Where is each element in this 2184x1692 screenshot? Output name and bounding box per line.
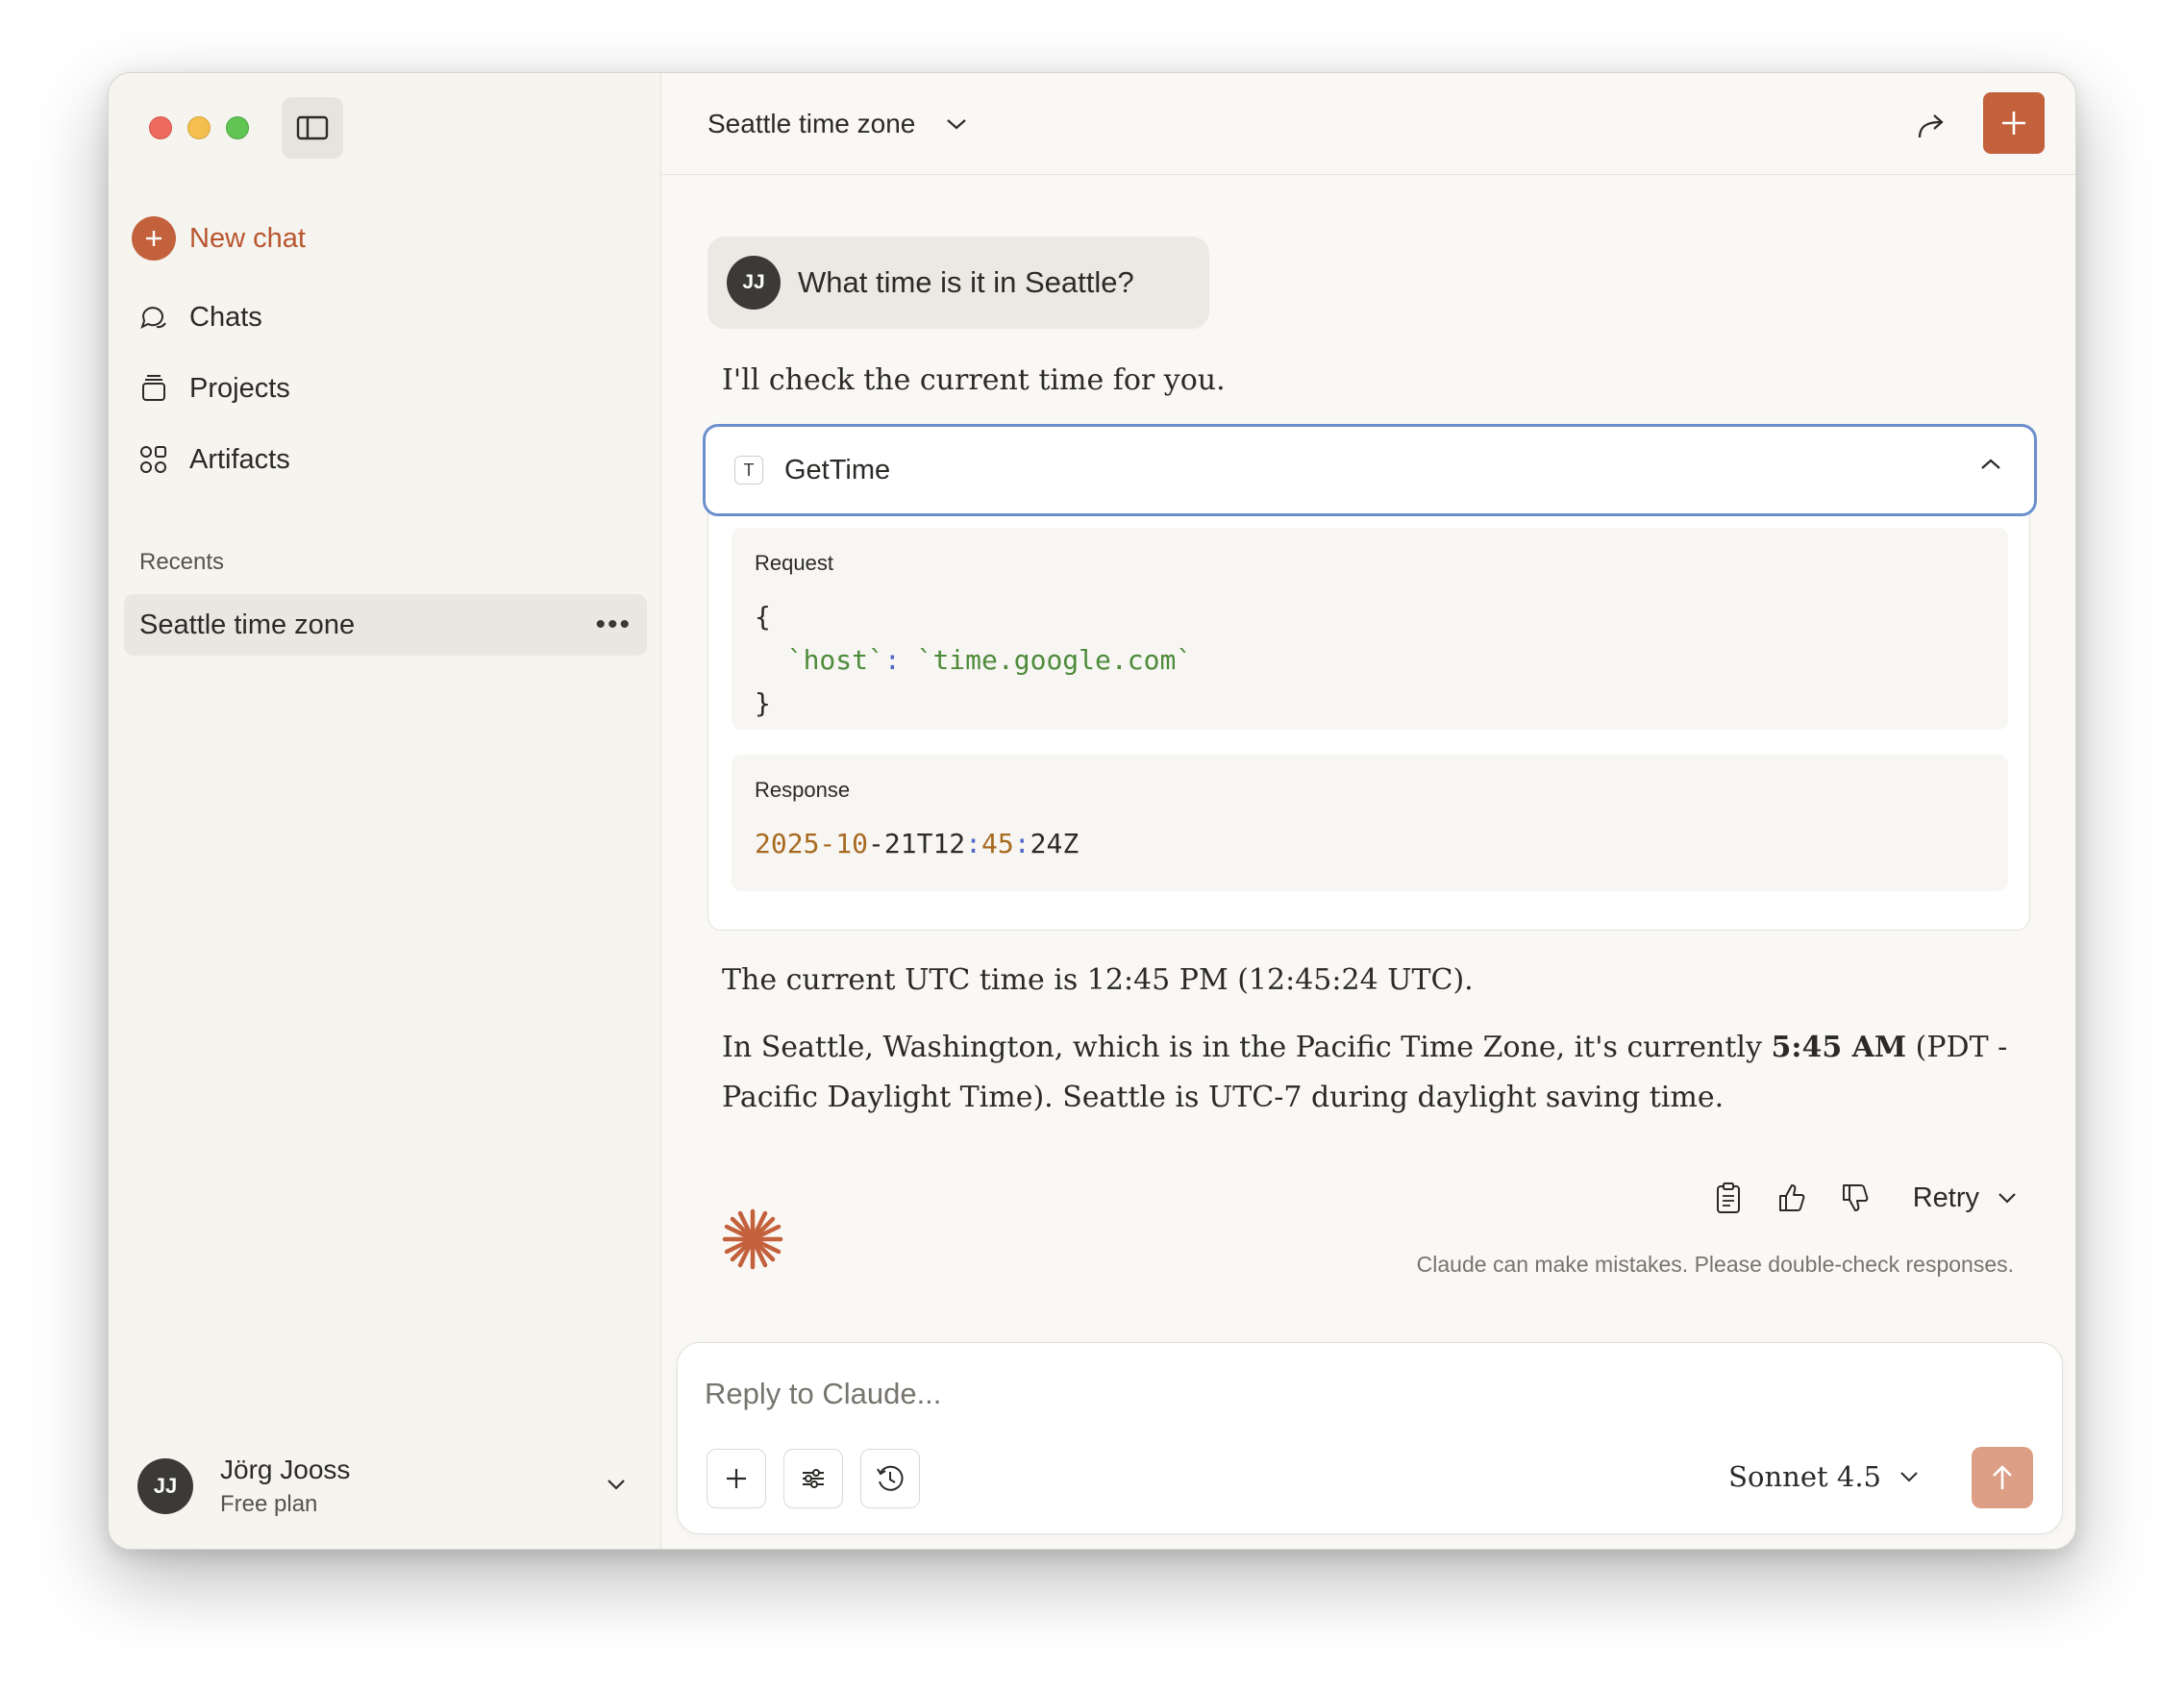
avatar: JJ [727,256,781,310]
response-label: Response [755,778,851,802]
minimize-window-button[interactable] [187,116,211,139]
retry-label: Retry [1912,1182,1979,1213]
copy-clipboard-icon[interactable] [1709,1179,1748,1217]
code-seconds: 24Z [1030,828,1080,859]
user-message-text: What time is it in Seattle? [798,265,1134,299]
request-label: Request [755,551,833,575]
sidebar-item-label: Chats [189,301,262,333]
sidebar: New chat Chats Projects Artifacts Recent… [109,73,661,1549]
response-block: Response 2025-10-21T12:45:24Z [732,755,2008,891]
response-emphasis: 5:45 AM [1771,1031,1907,1064]
chat-bubbles-icon [132,295,176,339]
tool-type-icon: T [734,456,763,485]
send-button[interactable] [1972,1447,2033,1508]
code-brace: } [755,687,771,719]
response-text: In Seattle, Washington, which is in the … [722,1031,1772,1064]
chat-title[interactable]: Seattle time zone [707,109,915,139]
code-minutes: 45 [981,828,1014,859]
chevron-down-icon [605,1477,628,1497]
user-name: Jörg Jooss [220,1455,351,1484]
assistant-intro-text: I'll check the current time for you. [722,363,1226,397]
thumbs-down-icon[interactable] [1836,1179,1874,1217]
chat-header: Seattle time zone [661,73,2075,175]
thumbs-up-icon[interactable] [1773,1179,1811,1217]
shapes-icon [132,437,176,482]
chevron-down-icon [1998,1193,2016,1204]
claude-logo-icon [722,1208,783,1270]
model-selector[interactable]: Sonnet 4.5 [1728,1460,1920,1493]
sliders-icon [803,1469,824,1488]
plus-icon [727,1469,746,1488]
recent-chat-item[interactable]: Seattle time zone ••• [124,594,647,656]
main-panel: Seattle time zone JJ What time is it in … [661,73,2075,1549]
new-chat-label: New chat [189,222,306,254]
code-value: `time.google.com` [916,644,1193,676]
tool-call-header[interactable]: T GetTime [703,424,2037,516]
new-chat-button[interactable]: New chat [132,210,306,267]
code-day-hour: -21T12 [868,828,966,859]
chevron-down-icon [1900,1472,1918,1482]
app-window: New chat Chats Projects Artifacts Recent… [108,72,2076,1550]
tool-name: GetTime [784,454,891,485]
avatar: JJ [137,1458,193,1514]
code-colon: : [883,644,901,676]
user-plan: Free plan [220,1491,318,1517]
recent-chat-label: Seattle time zone [139,609,356,640]
history-button[interactable] [860,1449,920,1508]
code-colon: : [1013,828,1030,859]
user-menu[interactable]: JJ Jörg Jooss Free plan [137,1448,637,1525]
request-code: { `host`: `time.google.com` } [755,595,1192,725]
recents-heading: Recents [139,549,225,575]
code-brace: { [755,601,771,633]
sidebar-item-artifacts[interactable]: Artifacts [132,431,290,488]
sidebar-item-projects[interactable]: Projects [132,360,290,417]
disclaimer-text: Claude can make mistakes. Please double-… [1416,1252,2014,1277]
plus-icon [2002,112,2025,135]
sidebar-panel-icon [296,115,329,140]
more-options-icon[interactable]: ••• [595,609,632,641]
model-name: Sonnet 4.5 [1728,1460,1881,1493]
code-colon: : [965,828,982,859]
reply-input[interactable] [705,1370,1954,1418]
assistant-response-paragraph: The current UTC time is 12:45 PM (12:45:… [722,963,1474,997]
box-icon [132,366,176,411]
tools-settings-button[interactable] [783,1449,843,1508]
code-key: `host` [786,644,884,676]
message-composer: Sonnet 4.5 [677,1342,2063,1534]
retry-button[interactable]: Retry [1913,1182,2018,1214]
clock-history-icon [877,1465,904,1491]
sidebar-item-label: Artifacts [189,443,290,475]
add-attachment-button[interactable] [707,1449,766,1508]
window-controls [149,116,249,139]
tool-call-card: T GetTime Request { `host`: `time.google… [703,424,2037,931]
close-window-button[interactable] [149,116,172,139]
zoom-window-button[interactable] [226,116,249,139]
arrow-up-icon [1993,1465,2012,1489]
share-arrow-icon [1918,114,1944,138]
chevron-up-icon[interactable] [1978,456,2003,478]
new-chat-header-button[interactable] [1983,92,2045,154]
sidebar-item-label: Projects [189,372,290,404]
user-message: JJ What time is it in Seattle? [707,236,1209,329]
share-button[interactable] [1908,102,1956,150]
plus-circle-icon [132,216,176,261]
request-block: Request { `host`: `time.google.com` } [732,528,2008,730]
sidebar-item-chats[interactable]: Chats [132,288,262,346]
response-code: 2025-10-21T12:45:24Z [755,822,1079,865]
chevron-down-icon[interactable] [944,115,969,133]
assistant-response-paragraph: In Seattle, Washington, which is in the … [722,1023,2010,1123]
code-date: 2025-10 [755,828,869,859]
message-actions: Retry [1709,1171,2018,1225]
sidebar-toggle-button[interactable] [282,97,343,159]
